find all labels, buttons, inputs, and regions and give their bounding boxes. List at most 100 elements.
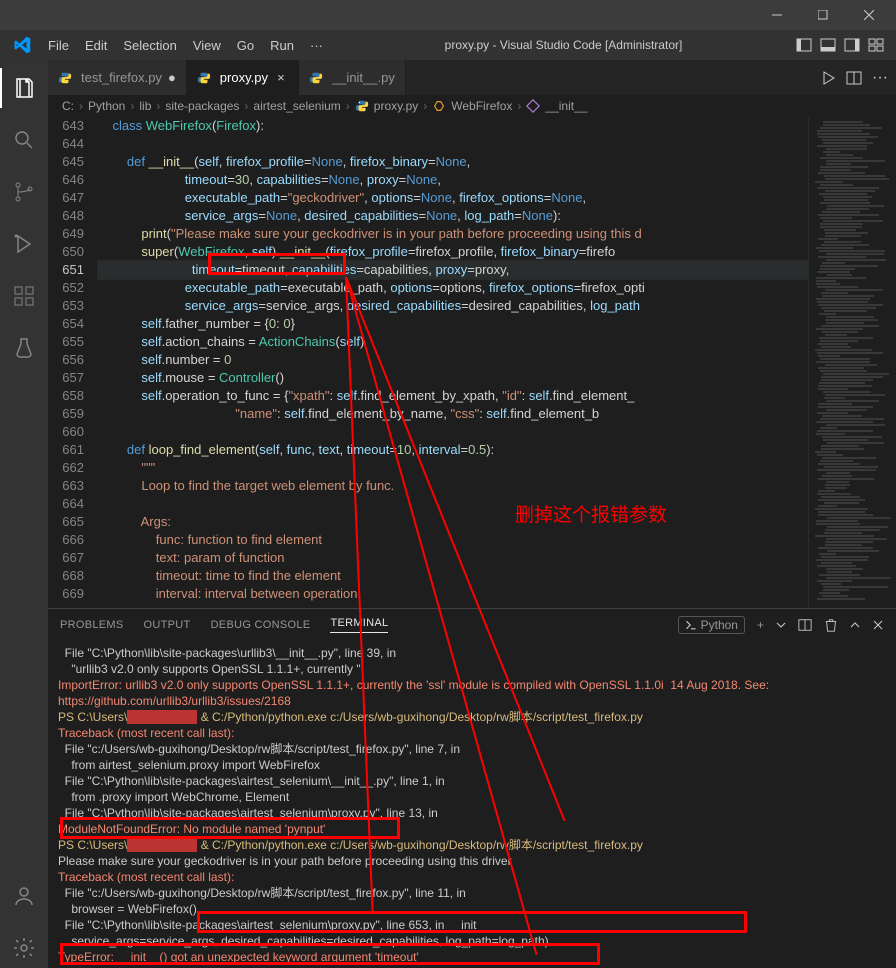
terminal-line: PS C:\Users\xxxxx & C:/Python/python.exe… (58, 837, 886, 853)
breadcrumb-segment[interactable]: lib (139, 99, 151, 113)
terminal-line: PS C:\Users\xxxxx & C:/Python/python.exe… (58, 709, 886, 725)
maximize-panel-button[interactable] (850, 620, 860, 630)
code-line[interactable]: service_args=None, desired_capabilities=… (98, 207, 808, 225)
code-line[interactable]: timeout=timeout, capabilities=capabiliti… (98, 261, 808, 279)
code-line[interactable]: func: function to find element (98, 531, 808, 549)
window-title: proxy.py - Visual Studio Code [Administr… (331, 38, 796, 52)
terminal-line: "urllib3 v2.0 only supports OpenSSL 1.1.… (58, 661, 886, 677)
more-actions-button[interactable]: ··· (872, 69, 888, 87)
menu-···[interactable]: ··· (302, 38, 331, 53)
code-line[interactable]: self.number = 0 (98, 351, 808, 369)
tab-test_firefox.py[interactable]: test_firefox.py ● (48, 60, 187, 95)
panel-tab-debug-console[interactable]: DEBUG CONSOLE (211, 619, 311, 631)
terminal-line: ImportError: urllib3 v2.0 only supports … (58, 677, 886, 709)
code-line[interactable]: executable_path=executable_path, options… (98, 279, 808, 297)
menu-file[interactable]: File (40, 38, 77, 53)
code-line[interactable]: Args: (98, 513, 808, 531)
settings-button[interactable] (0, 928, 48, 968)
panel-tab-output[interactable]: OUTPUT (144, 619, 191, 631)
python-file-icon (309, 71, 323, 85)
kill-terminal-button[interactable] (824, 618, 838, 632)
code-line[interactable]: text: param of function (98, 549, 808, 567)
code-line[interactable]: Loop to find the target web element by f… (98, 477, 808, 495)
close-window-button[interactable] (846, 0, 892, 30)
breadcrumb-segment[interactable]: airtest_selenium (253, 99, 340, 113)
code-line[interactable]: timeout: time to find the element (98, 567, 808, 585)
menu-go[interactable]: Go (229, 38, 262, 53)
breadcrumb-file[interactable]: proxy.py (374, 99, 418, 113)
close-tab-button[interactable]: × (274, 70, 288, 85)
panel-tab-problems[interactable]: PROBLEMS (60, 619, 124, 631)
tab-label: test_firefox.py (81, 70, 162, 85)
breadcrumb-segment[interactable]: site-packages (165, 99, 239, 113)
terminal-line: service_args=service_args, desired_capab… (58, 933, 886, 949)
code-line[interactable]: def loop_find_element(self, func, text, … (98, 441, 808, 459)
breadcrumb-segment[interactable]: C: (62, 99, 74, 113)
layout-toggle-left-icon[interactable] (796, 37, 812, 53)
code-line[interactable]: executable_path="geckodriver", options=N… (98, 189, 808, 207)
code-line[interactable] (98, 135, 808, 153)
code-line[interactable]: self.mouse = Controller() (98, 369, 808, 387)
python-file-icon (197, 71, 211, 85)
class-icon (432, 99, 446, 113)
menu-selection[interactable]: Selection (115, 38, 184, 53)
breadcrumb-class[interactable]: WebFirefox (451, 99, 512, 113)
breadcrumb-func[interactable]: __init__ (545, 99, 587, 113)
split-editor-button[interactable] (846, 70, 862, 86)
menu-view[interactable]: View (185, 38, 229, 53)
breadcrumb[interactable]: C:›Python›lib›site-packages›airtest_sele… (48, 95, 896, 117)
extensions-tab[interactable] (0, 276, 48, 316)
code-line[interactable]: service_args=service_args, desired_capab… (98, 297, 808, 315)
layout-customize-icon[interactable] (868, 37, 884, 53)
search-tab[interactable] (0, 120, 48, 160)
menubar: FileEditSelectionViewGoRun··· proxy.py -… (0, 30, 896, 60)
minimap[interactable] (808, 117, 896, 608)
terminal-line: File "C:\Python\lib\site-packages\airtes… (58, 773, 886, 789)
panel-tab-terminal[interactable]: TERMINAL (330, 617, 388, 633)
code-line[interactable]: self.father_number = {0: 0} (98, 315, 808, 333)
run-debug-tab[interactable] (0, 224, 48, 264)
close-panel-button[interactable] (872, 619, 884, 631)
code-line[interactable] (98, 495, 808, 513)
bottom-panel: PROBLEMS OUTPUT DEBUG CONSOLE TERMINAL Pyth… (48, 608, 896, 968)
line-numbers: 6436446456466476486496506516526536546556… (48, 117, 98, 608)
code-line[interactable]: """ (98, 459, 808, 477)
minimize-button[interactable] (754, 0, 800, 30)
editor-tabs: test_firefox.py ● proxy.py × __init__.py… (48, 60, 896, 95)
terminal-line: Traceback (most recent call last): (58, 725, 886, 741)
code-line[interactable]: super(WebFirefox, self).__init__(firefox… (98, 243, 808, 261)
code-editor[interactable]: 6436446456466476486496506516526536546556… (48, 117, 808, 608)
tab-__init__.py[interactable]: __init__.py (299, 60, 406, 95)
split-terminal-button[interactable] (798, 618, 812, 632)
menu-edit[interactable]: Edit (77, 38, 115, 53)
code-line[interactable]: print("Please make sure your geckodriver… (98, 225, 808, 243)
source-control-tab[interactable] (0, 172, 48, 212)
accounts-button[interactable] (0, 876, 48, 916)
terminal-dropdown-button[interactable] (776, 620, 786, 630)
breadcrumb-segment[interactable]: Python (88, 99, 125, 113)
code-line[interactable]: def __init__(self, firefox_profile=None,… (98, 153, 808, 171)
new-terminal-button[interactable]: + (757, 618, 764, 632)
code-line[interactable]: interval: interval between operation (98, 585, 808, 603)
method-icon (526, 99, 540, 113)
code-line[interactable] (98, 423, 808, 441)
terminal-output[interactable]: File "C:\Python\lib\site-packages\urllib… (48, 641, 896, 968)
python-file-icon (355, 99, 369, 113)
code-line[interactable]: self.action_chains = ActionChains(self) (98, 333, 808, 351)
activity-bar (0, 60, 48, 968)
layout-toggle-bottom-icon[interactable] (820, 37, 836, 53)
terminal-profile-select[interactable]: Python (678, 616, 745, 634)
explorer-tab[interactable] (0, 68, 48, 108)
layout-toggle-right-icon[interactable] (844, 37, 860, 53)
code-line[interactable]: timeout=30, capabilities=None, proxy=Non… (98, 171, 808, 189)
menu-run[interactable]: Run (262, 38, 302, 53)
terminal-line: ModuleNotFoundError: No module named 'py… (58, 821, 886, 837)
tab-proxy.py[interactable]: proxy.py × (187, 60, 299, 95)
run-file-button[interactable] (820, 70, 836, 86)
maximize-button[interactable] (800, 0, 846, 30)
code-line[interactable]: "name": self.find_element_by_name, "css"… (98, 405, 808, 423)
code-line[interactable]: class WebFirefox(Firefox): (98, 117, 808, 135)
code-line[interactable]: self.operation_to_func = {"xpath": self.… (98, 387, 808, 405)
testing-tab[interactable] (0, 328, 48, 368)
os-titlebar (0, 0, 896, 30)
